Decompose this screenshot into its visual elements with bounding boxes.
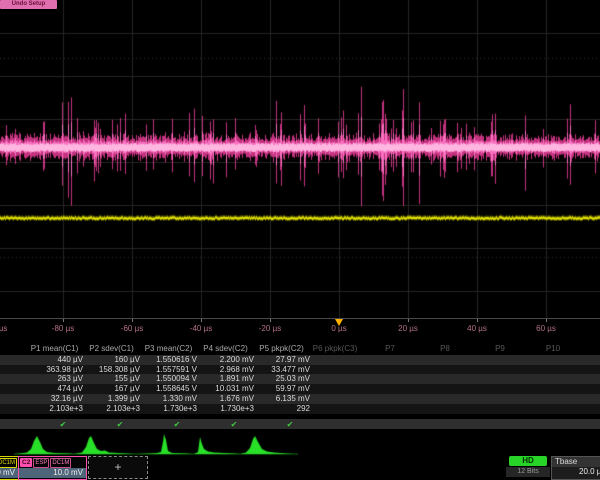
param-histicons[interactable] (0, 432, 600, 456)
trigger-position-marker[interactable] (335, 319, 343, 326)
param-value-P5: 59.97 mV (230, 384, 310, 394)
param-header-P3[interactable]: P3 mean(C2) (140, 344, 197, 354)
c2-coupling-badge: DC1M (50, 458, 71, 468)
time-axis: -100 µs-80 µs-60 µs-40 µs-20 µs0 µs20 µs… (0, 318, 600, 339)
undo-setup-button[interactable]: Undo Setup (0, 0, 57, 9)
c1-scale-value: 10.0 mV (0, 468, 18, 478)
param-status-icon-P4: ✔ (231, 419, 238, 430)
param-status-icon-P3: ✔ (174, 419, 181, 430)
time-axis-tick (546, 319, 547, 322)
waveform-grid[interactable] (0, 0, 600, 318)
add-trace-button[interactable]: + (88, 456, 148, 479)
param-value-P5: 6.135 mV (230, 394, 310, 404)
c2-esp-badge: ESP (33, 458, 49, 468)
time-axis-tick (477, 319, 478, 322)
c1-coupling-badge: DC1M (0, 458, 17, 468)
param-header-P1[interactable]: P1 mean(C1) (26, 344, 83, 354)
timebase-scale-value: 20.0 µs (552, 467, 600, 477)
time-axis-label: -20 µs (259, 324, 281, 333)
c2-channel-badge: C2 (20, 458, 32, 467)
time-axis-label: 60 µs (536, 324, 556, 333)
time-axis-label: -40 µs (190, 324, 212, 333)
param-header-P4[interactable]: P4 sdev(C2) (197, 344, 254, 354)
param-header-P10[interactable]: P10 (518, 344, 588, 354)
table-row-strip (0, 419, 600, 429)
oscilloscope-screen: Undo Setup -100 µs -80 µs -60 µs -40 µs -20 … (0, 0, 600, 480)
time-axis-label: 20 µs (398, 324, 418, 333)
time-axis-tick (132, 319, 133, 322)
hd-mode-group[interactable]: HD 12 Bits (506, 456, 550, 478)
c2-scale-value: 10.0 mV (19, 468, 86, 478)
adc-bits-label: 12 Bits (506, 467, 550, 477)
timebase-label: Tbase (552, 457, 600, 467)
channel-c2-descriptor[interactable]: C2 ESP DC1M 10.0 mV (18, 456, 87, 480)
param-value-P5: 292 (230, 404, 310, 414)
param-status-icon-P2: ✔ (117, 419, 124, 430)
time-axis-tick (270, 319, 271, 322)
time-axis-label: -80 µs (52, 324, 74, 333)
time-axis-tick (63, 319, 64, 322)
time-axis-tick (201, 319, 202, 322)
param-status-icon-P1: ✔ (60, 419, 67, 430)
param-value-P5: 27.97 mV (230, 355, 310, 365)
time-axis-label: -100 µs (0, 324, 7, 333)
param-value-P5: 33.477 mV (230, 365, 310, 375)
channel-c1-descriptor[interactable]: DC1M 10.0 mV (0, 456, 19, 480)
param-header-P2[interactable]: P2 sdev(C1) (83, 344, 140, 354)
hd-mode-badge[interactable]: HD (509, 456, 547, 466)
param-value-P5: 25.03 mV (230, 374, 310, 384)
time-axis-label: -60 µs (121, 324, 143, 333)
time-axis-label: 40 µs (467, 324, 487, 333)
time-axis-tick (408, 319, 409, 322)
measurement-table: P1 mean(C1)440 µV363.98 µV263 µV474 µV32… (0, 338, 600, 432)
bottom-toolbar: DC1M 10.0 mV C2 ESP DC1M 10.0 mV + HD 12… (0, 456, 600, 480)
param-status-icon-P5: ✔ (287, 419, 294, 430)
timebase-descriptor[interactable]: Tbase 20.0 µs (551, 456, 600, 480)
